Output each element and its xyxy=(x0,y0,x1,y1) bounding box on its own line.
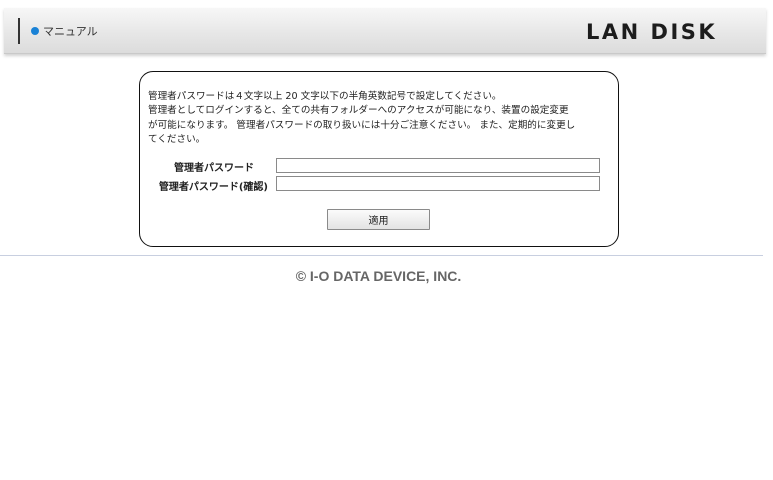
logo-text: LAN DISK xyxy=(586,20,717,44)
footer-divider xyxy=(0,255,763,256)
password-confirm-input[interactable] xyxy=(276,176,600,191)
instructions-line: てください。 xyxy=(148,134,206,146)
instructions-line: が可能になります。 管理者パスワードの取り扱いには十分ご注意ください。 また、定… xyxy=(148,119,576,131)
bullet-dot-icon xyxy=(31,27,39,35)
manual-label: マニュアル xyxy=(43,25,98,38)
lan-disk-logo: LAN DISK xyxy=(586,20,717,44)
manual-link[interactable]: マニュアル xyxy=(31,22,98,40)
apply-button[interactable]: 適用 xyxy=(327,209,430,230)
password-input[interactable] xyxy=(276,158,600,173)
instructions-text: 管理者パスワードは４文字以上 20 文字以下の半角英数記号で設定してください。 … xyxy=(148,90,610,148)
instructions-line: 管理者パスワードは４文字以上 20 文字以下の半角英数記号で設定してください。 xyxy=(148,91,502,102)
instructions-line: 管理者としてログインすると、全ての共有フォルダーへのアクセスが可能になり、装置の… xyxy=(148,105,569,117)
password-confirm-label: 管理者パスワード(確認) xyxy=(158,182,268,193)
header-divider xyxy=(18,18,20,44)
admin-password-panel: 管理者パスワードは４文字以上 20 文字以下の半角英数記号で設定してください。 … xyxy=(139,71,619,247)
password-label: 管理者パスワード xyxy=(174,163,254,174)
copyright-text: © I-O DATA DEVICE, INC. xyxy=(295,268,462,284)
page: マニュアル LAN DISK 管理者パスワードは４文字以上 20 文字以下の半角… xyxy=(0,0,773,480)
header-bar: マニュアル LAN DISK xyxy=(4,8,766,54)
